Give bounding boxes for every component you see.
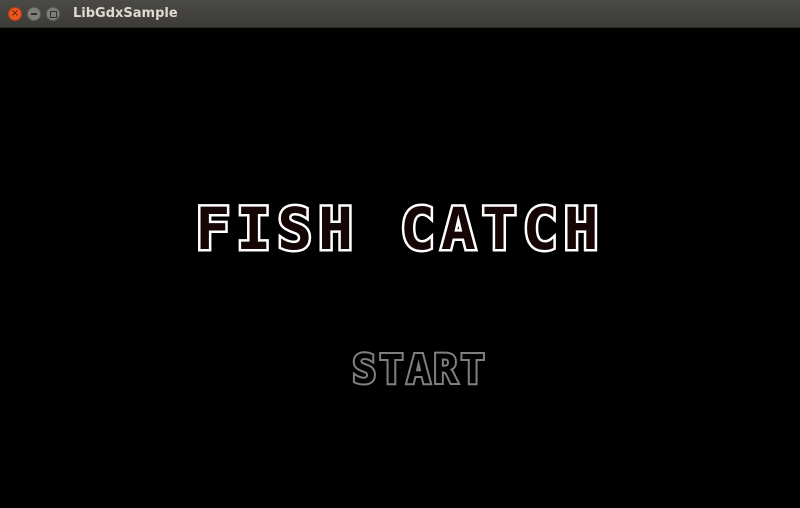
close-window-button[interactable]: × (8, 7, 22, 21)
game-title: FISH CATCH (193, 195, 605, 263)
minimize-window-button[interactable] (27, 7, 41, 21)
game-canvas[interactable]: FISH CATCH START (0, 28, 800, 508)
maximize-window-button[interactable] (46, 7, 60, 21)
window-title: LibGdxSample (73, 6, 178, 21)
window-titlebar[interactable]: × LibGdxSample (0, 0, 800, 28)
close-icon: × (10, 8, 20, 19)
minimize-icon (31, 13, 37, 15)
start-button[interactable]: START (320, 346, 520, 394)
maximize-icon (49, 10, 57, 18)
app-window: × LibGdxSample FISH CATCH START (0, 0, 800, 508)
